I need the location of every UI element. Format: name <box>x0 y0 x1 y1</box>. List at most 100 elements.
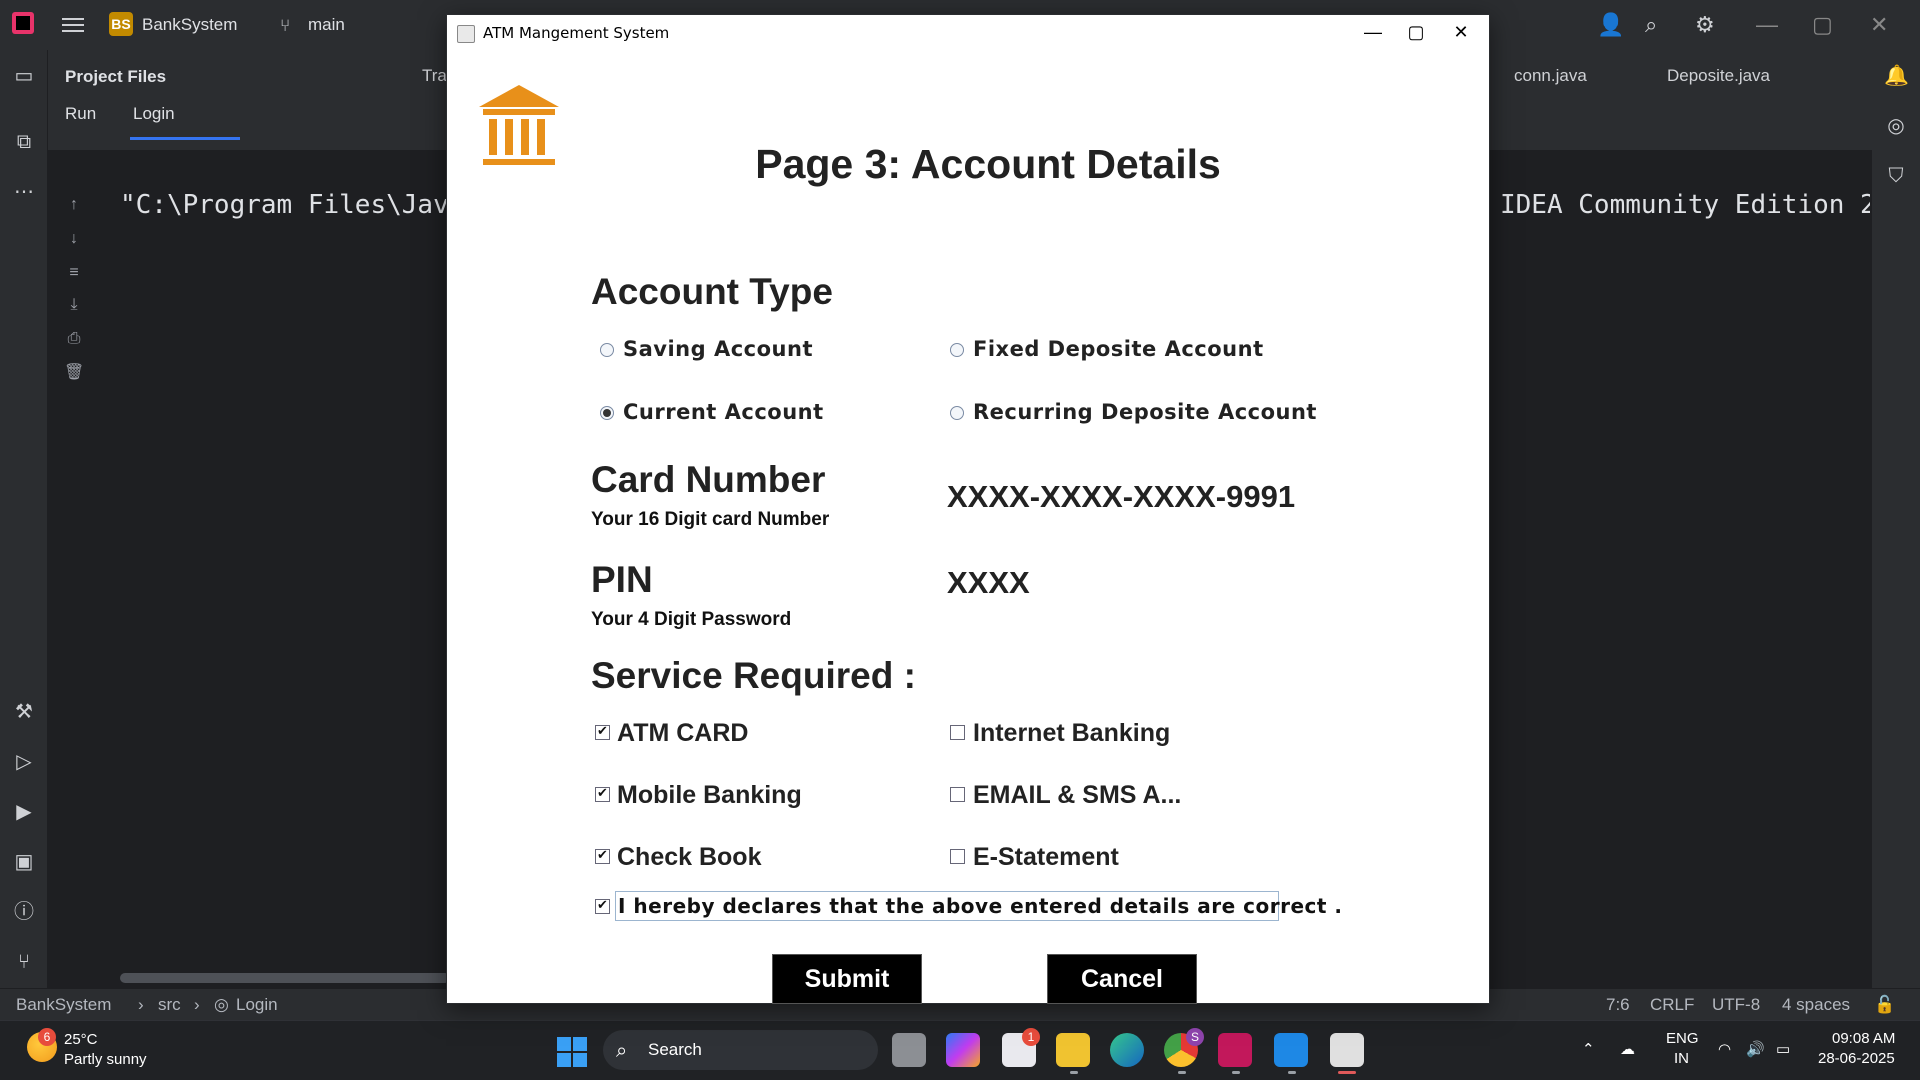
onedrive-icon[interactable]: ☁ <box>1620 1040 1635 1058</box>
weather-temperature[interactable]: 25°C <box>64 1031 98 1048</box>
more-tools-icon[interactable]: ⋯ <box>12 180 36 204</box>
radio-label-saving[interactable]: Saving Account <box>623 337 813 361</box>
taskbar-search-box[interactable] <box>603 1030 878 1070</box>
close-icon[interactable]: ✕ <box>1870 12 1888 38</box>
weather-condition[interactable]: Partly sunny <box>64 1051 147 1068</box>
minimize-icon[interactable]: — <box>1756 12 1778 38</box>
checkbox-label-check-book[interactable]: Check Book <box>617 843 761 872</box>
checkbox-label-internet-banking[interactable]: Internet Banking <box>973 719 1170 748</box>
lock-icon[interactable]: 🔓 <box>1874 995 1895 1015</box>
checkbox-label-email-sms[interactable]: EMAIL & SMS A... <box>973 781 1181 810</box>
window-close-icon[interactable]: ✕ <box>1433 17 1489 47</box>
checkbox-e-statement[interactable] <box>950 849 965 864</box>
git-icon[interactable]: ⑂ <box>12 950 36 974</box>
structure-icon[interactable]: ⧉ <box>12 130 36 154</box>
card-number-heading: Card Number <box>591 459 826 500</box>
clock-time[interactable]: 09:08 AM <box>1832 1030 1895 1047</box>
radio-fixed-deposite[interactable] <box>950 343 964 357</box>
services-icon[interactable]: ▷ <box>12 750 36 774</box>
window-maximize-icon[interactable]: ▢ <box>1401 17 1431 47</box>
file-encoding[interactable]: UTF-8 <box>1712 995 1760 1015</box>
print-icon[interactable]: ⎙ <box>64 330 84 350</box>
intellij-taskbar-icon[interactable] <box>1218 1033 1252 1067</box>
checkbox-mobile-banking[interactable] <box>595 785 610 802</box>
vscode-icon[interactable] <box>1274 1033 1308 1067</box>
card-number-value: XXXX-XXXX-XXXX-9991 <box>947 479 1296 514</box>
clock-date[interactable]: 28-06-2025 <box>1818 1050 1895 1067</box>
branch-name[interactable]: main <box>308 15 345 35</box>
radio-saving-account[interactable] <box>600 343 614 357</box>
soft-wrap-icon[interactable]: ≡ <box>64 264 84 284</box>
horizontal-scrollbar[interactable] <box>120 973 450 983</box>
battery-icon[interactable]: ▭ <box>1776 1040 1790 1058</box>
windows-start-icon[interactable] <box>557 1037 587 1067</box>
breadcrumb-separator: › <box>138 995 144 1014</box>
add-user-icon[interactable]: 👤 <box>1597 12 1624 38</box>
editor-tab-conn[interactable]: conn.java <box>1514 66 1587 86</box>
clear-trash-icon[interactable]: 🗑 <box>64 362 84 382</box>
tray-overflow-icon[interactable]: ⌃ <box>1582 1040 1595 1058</box>
ai-assistant-icon[interactable]: ◎ <box>1884 114 1908 138</box>
breadcrumb-separator: › <box>194 995 200 1014</box>
wifi-icon[interactable]: ◠ <box>1718 1040 1731 1058</box>
java-app-icon[interactable] <box>1330 1033 1364 1067</box>
checkbox-label-mobile-banking[interactable]: Mobile Banking <box>617 781 802 810</box>
radio-current-account[interactable] <box>600 406 614 420</box>
radio-label-recurring[interactable]: Recurring Deposite Account <box>973 400 1317 424</box>
terminal-icon[interactable]: ▣ <box>12 850 36 874</box>
breadcrumb-login[interactable]: Login <box>236 995 278 1015</box>
project-files-label[interactable]: Project Files <box>65 67 166 87</box>
build-icon[interactable]: ⚒ <box>12 700 36 724</box>
maximize-icon[interactable]: ▢ <box>1812 12 1833 38</box>
right-tool-strip: 🔔 ◎ ⛉ <box>1872 50 1920 988</box>
login-run-tab[interactable]: Login <box>133 104 175 124</box>
window-minimize-icon[interactable]: — <box>1345 17 1401 47</box>
editor-tab-tra[interactable]: Tra <box>422 66 447 86</box>
scroll-down-icon[interactable]: ↓ <box>64 230 84 250</box>
atm-window: ATM Mangement System — ▢ ✕ Page 3: Accou… <box>446 14 1490 1004</box>
file-explorer-icon[interactable] <box>1056 1033 1090 1067</box>
scroll-to-end-icon[interactable]: ⤓ <box>64 296 84 316</box>
active-app-indicator <box>1338 1071 1356 1074</box>
main-menu-icon[interactable] <box>62 14 84 34</box>
checkbox-check-book[interactable] <box>595 847 610 864</box>
shield-icon[interactable]: ⛉ <box>1884 164 1908 188</box>
checkbox-atm-card[interactable] <box>595 723 610 740</box>
task-view-icon[interactable] <box>892 1033 926 1067</box>
checkbox-label-e-statement[interactable]: E-Statement <box>973 843 1119 872</box>
submit-button[interactable]: Submit <box>772 954 922 1004</box>
project-folder-icon[interactable]: ▭ <box>12 64 36 88</box>
window-title-bar[interactable]: ATM Mangement System — ▢ ✕ <box>447 15 1489 51</box>
checkbox-email-sms[interactable] <box>950 787 965 802</box>
checkbox-internet-banking[interactable] <box>950 725 965 740</box>
breadcrumb-src[interactable]: src <box>158 995 181 1015</box>
search-icon[interactable]: ⌕ <box>1645 12 1657 38</box>
volume-icon[interactable]: 🔊 <box>1746 1040 1765 1058</box>
radio-label-current[interactable]: Current Account <box>623 400 824 424</box>
cancel-button[interactable]: Cancel <box>1047 954 1197 1004</box>
run-tab[interactable]: Run <box>65 104 96 124</box>
settings-gear-icon[interactable]: ⚙ <box>1695 12 1715 38</box>
indent-setting[interactable]: 4 spaces <box>1782 995 1850 1015</box>
run-icon[interactable]: ▶ <box>12 800 36 824</box>
intellij-logo-icon[interactable] <box>12 12 34 34</box>
rerun-icon[interactable]: ↑ <box>64 196 84 216</box>
caret-position[interactable]: 7:6 <box>1606 995 1630 1015</box>
checkbox-label-atm-card[interactable]: ATM CARD <box>617 719 748 748</box>
radio-label-fixed[interactable]: Fixed Deposite Account <box>973 337 1264 361</box>
problems-icon[interactable]: ⓘ <box>12 900 36 924</box>
breadcrumb-project[interactable]: BankSystem <box>16 995 111 1015</box>
declaration-label[interactable]: I hereby declares that the above entered… <box>615 891 1342 921</box>
notifications-icon[interactable]: 🔔 <box>1884 64 1909 88</box>
editor-tab-deposite[interactable]: Deposite.java <box>1667 66 1770 86</box>
input-language[interactable]: ENG <box>1666 1030 1699 1047</box>
checkbox-declaration[interactable] <box>595 897 610 914</box>
project-name[interactable]: BankSystem <box>142 15 237 35</box>
line-ending[interactable]: CRLF <box>1650 995 1694 1015</box>
weather-badge: 6 <box>38 1028 56 1046</box>
project-badge[interactable]: BS <box>109 12 133 36</box>
radio-recurring-deposite[interactable] <box>950 406 964 420</box>
input-region[interactable]: IN <box>1674 1050 1689 1067</box>
edge-browser-icon[interactable] <box>1110 1033 1144 1067</box>
copilot-icon[interactable] <box>946 1033 980 1067</box>
